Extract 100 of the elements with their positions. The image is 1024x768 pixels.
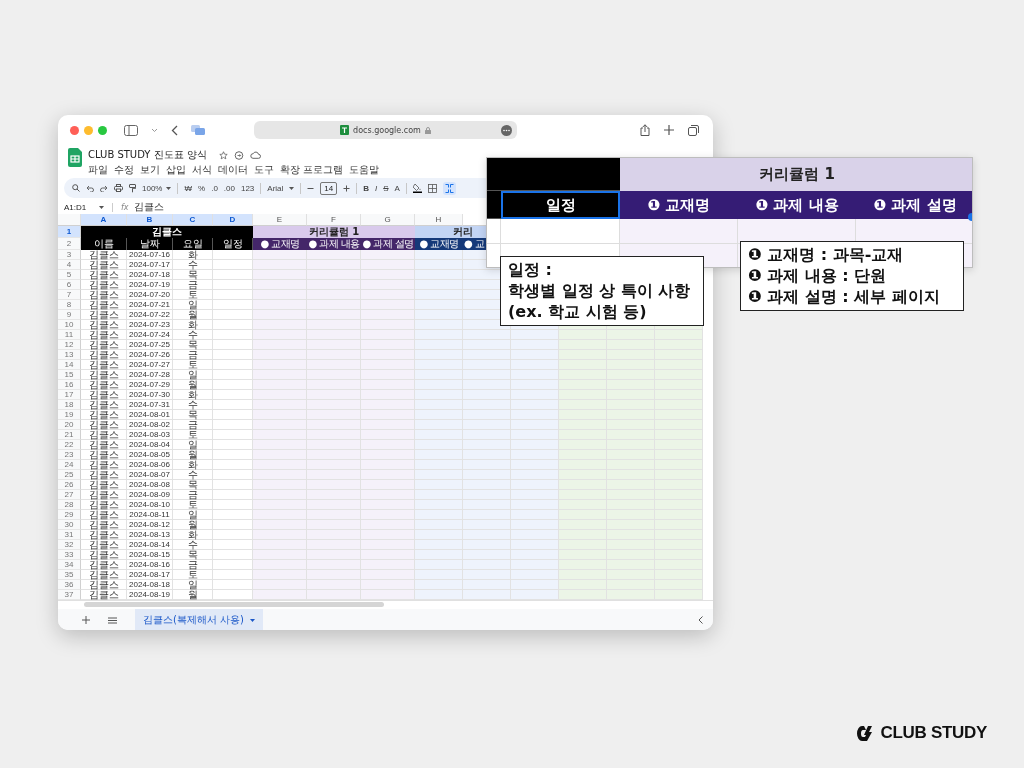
column-header[interactable]: A xyxy=(81,214,127,226)
print-icon[interactable] xyxy=(114,184,123,192)
undo-icon[interactable] xyxy=(86,184,94,192)
row-header[interactable]: 37 xyxy=(58,590,81,600)
table-cell xyxy=(361,250,415,260)
row-header[interactable]: 14 xyxy=(58,360,81,370)
search-icon[interactable] xyxy=(72,184,80,192)
row-header[interactable]: 27 xyxy=(58,490,81,500)
text-style-button[interactable]: B xyxy=(363,183,369,193)
column-header[interactable]: B xyxy=(127,214,173,226)
zoom-dropdown[interactable]: 100% xyxy=(142,183,172,193)
row-header[interactable]: 12 xyxy=(58,340,81,350)
sidebar-icon[interactable] xyxy=(124,124,138,136)
table-cell xyxy=(415,500,463,510)
table-cell: 2024-08-09 xyxy=(127,490,173,500)
row-header[interactable]: 6 xyxy=(58,280,81,290)
table-cell xyxy=(511,570,559,580)
document-title[interactable]: CLUB STUDY 진도표 양식 xyxy=(88,148,207,162)
menu-item[interactable]: 서식 xyxy=(192,164,212,175)
row-header[interactable]: 3 xyxy=(58,250,81,260)
share-icon[interactable] xyxy=(640,124,650,136)
table-cell xyxy=(655,410,703,420)
menu-item[interactable]: 확장 프로그램 xyxy=(280,164,344,175)
table-cell xyxy=(253,500,307,510)
table-cell xyxy=(415,260,463,270)
table-cell xyxy=(511,390,559,400)
move-folder-icon[interactable] xyxy=(233,150,244,160)
merge-icon xyxy=(444,183,454,193)
table-cell xyxy=(361,520,415,530)
table-cell xyxy=(655,400,703,410)
row-header[interactable]: 31 xyxy=(58,530,81,540)
table-cell xyxy=(655,430,703,440)
font-size-field[interactable]: 14 xyxy=(320,181,338,195)
fill-color-icon[interactable] xyxy=(412,183,422,193)
table-cell xyxy=(463,520,511,530)
table-cell xyxy=(655,470,703,480)
cell-reference[interactable]: A1:D1 xyxy=(64,202,94,212)
table-cell xyxy=(559,520,607,530)
paint-format-icon[interactable] xyxy=(129,183,136,193)
row-header[interactable]: 1 xyxy=(58,226,81,238)
merge-cells-button[interactable] xyxy=(442,181,456,195)
table-cell xyxy=(361,410,415,420)
borders-icon[interactable] xyxy=(427,183,437,193)
row-header[interactable]: 2 xyxy=(58,238,81,250)
menu-item[interactable]: 파일 xyxy=(88,164,108,175)
format-button[interactable]: ₩ xyxy=(184,183,193,193)
row-header[interactable]: 13 xyxy=(58,350,81,360)
menu-item[interactable]: 도구 xyxy=(254,164,274,175)
row-header[interactable]: 7 xyxy=(58,290,81,300)
tabs-overview-icon[interactable] xyxy=(688,124,699,136)
redo-icon[interactable] xyxy=(100,184,108,192)
row-header[interactable]: 5 xyxy=(58,270,81,280)
cloud-icon[interactable] xyxy=(249,151,261,159)
address-bar[interactable]: docs.google.com xyxy=(254,121,517,139)
row-header[interactable]: 21 xyxy=(58,430,81,440)
sheet-tab[interactable]: 김클스(복제해서 사용) xyxy=(135,609,263,630)
scrollbar-thumb[interactable] xyxy=(84,602,384,607)
chevron-down-icon[interactable] xyxy=(151,127,158,133)
collapse-icon[interactable] xyxy=(698,616,703,624)
column-header[interactable]: E xyxy=(253,214,307,226)
back-icon[interactable] xyxy=(171,124,178,136)
menu-item[interactable]: 삽입 xyxy=(166,164,186,175)
column-header[interactable]: D xyxy=(213,214,253,226)
table-cell xyxy=(415,510,463,520)
format-button[interactable]: .00 xyxy=(223,183,235,193)
menu-item[interactable]: 도움말 xyxy=(349,164,380,175)
formula-input[interactable]: 김클스 xyxy=(133,200,164,214)
row-header[interactable]: 11 xyxy=(58,330,81,340)
table-cell xyxy=(415,400,463,410)
new-tab-icon[interactable] xyxy=(664,125,674,135)
table-cell: 2024-08-02 xyxy=(127,420,173,430)
sheets-logo-icon[interactable] xyxy=(68,148,82,167)
column-header[interactable]: C xyxy=(173,214,213,226)
column-header[interactable]: H xyxy=(415,214,463,226)
more-icon[interactable] xyxy=(501,124,512,136)
column-header[interactable]: F xyxy=(307,214,361,226)
column-header[interactable]: G xyxy=(361,214,415,226)
format-button[interactable]: .0 xyxy=(211,183,218,193)
menu-item[interactable]: 수정 xyxy=(114,164,134,175)
close-icon[interactable] xyxy=(70,125,79,135)
text-style-button[interactable]: I xyxy=(375,183,378,193)
text-style-button[interactable]: S xyxy=(383,183,389,193)
row-header[interactable]: 17 xyxy=(58,390,81,400)
row-header[interactable]: 8 xyxy=(58,300,81,310)
format-button[interactable]: % xyxy=(198,183,206,193)
format-button[interactable]: 123 xyxy=(240,183,255,193)
row-header[interactable]: 18 xyxy=(58,400,81,410)
table-cell xyxy=(307,430,361,440)
menu-icon[interactable] xyxy=(108,616,117,624)
table-cell: 수 xyxy=(173,470,213,480)
menu-item[interactable]: 데이터 xyxy=(218,164,248,175)
text-style-button[interactable]: A xyxy=(394,183,400,193)
font-dropdown[interactable]: Arial xyxy=(267,183,295,193)
row-header[interactable]: 9 xyxy=(58,310,81,320)
add-sheet-icon[interactable] xyxy=(82,616,90,624)
menu-item[interactable]: 보기 xyxy=(140,164,160,175)
plus-icon[interactable] xyxy=(343,184,351,192)
caret-icon[interactable] xyxy=(99,205,104,209)
row-header[interactable]: 4 xyxy=(58,260,81,270)
star-icon[interactable] xyxy=(218,150,228,160)
